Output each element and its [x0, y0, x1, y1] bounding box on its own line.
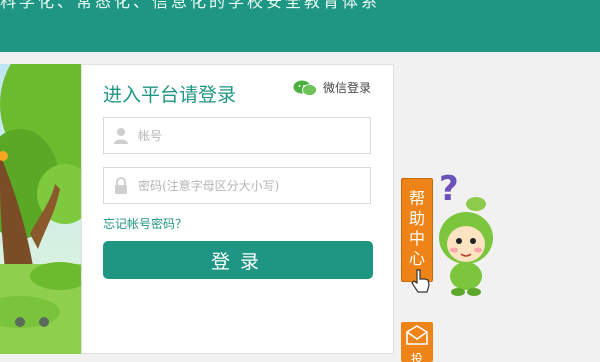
login-button[interactable]: 登录 [103, 241, 373, 279]
help-char: 助 [408, 209, 425, 228]
wechat-login-link[interactable]: 微信登录 [293, 79, 371, 96]
help-char: 帮 [408, 189, 425, 208]
password-field[interactable] [103, 167, 371, 204]
slogan-text: 科学化、常态化、信息化的学校安全教育体系 [0, 0, 381, 11]
pointer-cursor-icon [411, 269, 430, 293]
feedback-button[interactable]: 投 [401, 322, 433, 362]
username-input[interactable] [136, 127, 360, 144]
help-char: 中 [408, 229, 425, 248]
banner-image [0, 64, 82, 354]
tree-illustration [0, 64, 82, 354]
envelope-icon [406, 325, 428, 345]
feedback-label: 投 [410, 352, 423, 362]
help-center-button[interactable]: 帮 助 中 心 [401, 178, 433, 282]
top-banner: 科学化、常态化、信息化的学校安全教育体系 [0, 0, 600, 52]
login-panel: 进入平台请登录 微信登录 忘记帐号密码？ 登录 [81, 64, 394, 354]
wechat-login-label: 微信登录 [323, 81, 372, 95]
lock-icon [115, 176, 127, 194]
forgot-password-link[interactable]: 忘记帐号密码？ [103, 215, 187, 232]
svg-text:?: ? [439, 169, 459, 209]
user-icon [114, 127, 128, 144]
password-input[interactable] [136, 177, 360, 194]
username-field[interactable] [103, 117, 371, 154]
help-char: 心 [408, 249, 425, 268]
wechat-icon [293, 80, 317, 96]
login-title: 进入平台请登录 [103, 84, 237, 106]
mascot-illustration: ? [439, 169, 493, 296]
